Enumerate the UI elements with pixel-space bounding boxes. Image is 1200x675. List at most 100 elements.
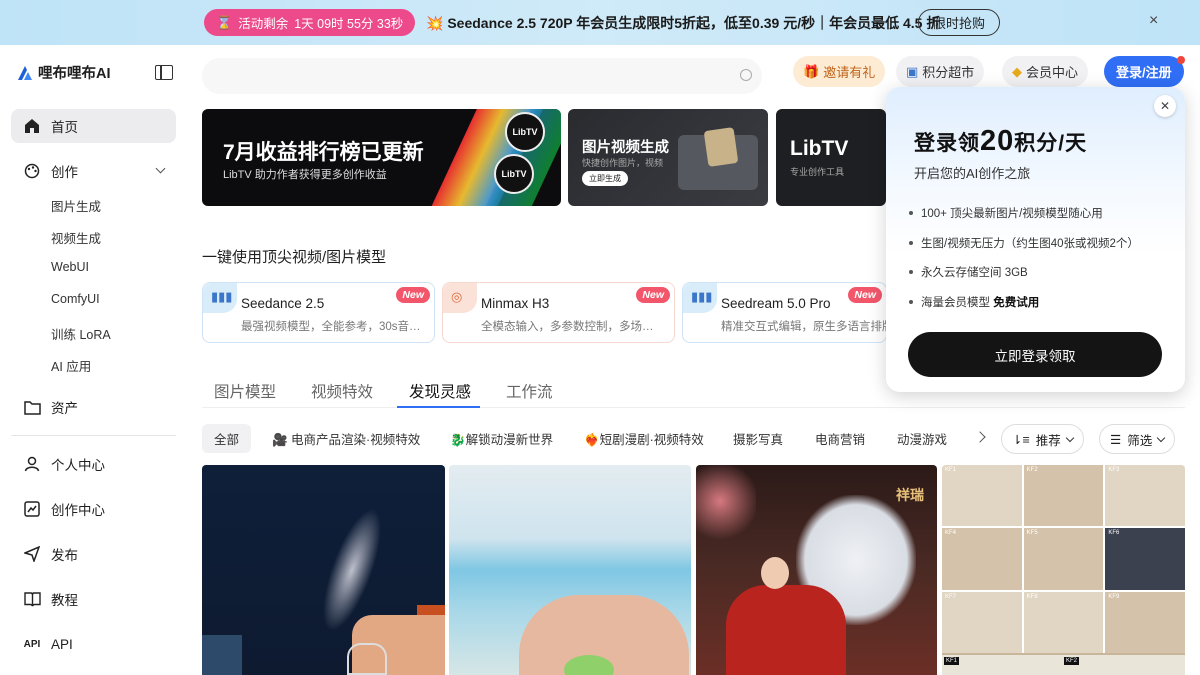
- sidebar-divider: [11, 435, 176, 436]
- countdown-value: 1天 09时 55分 33秒: [294, 17, 404, 31]
- filter-label: 筛选: [1127, 433, 1153, 448]
- generate-now-button[interactable]: 立即生成: [582, 171, 628, 186]
- sidebar-item-publish[interactable]: 发布: [11, 537, 176, 571]
- home-icon: [23, 117, 41, 135]
- brand-name: 哩布哩布AI: [38, 66, 111, 82]
- sort-dropdown[interactable]: ⇂≡ 推荐: [1001, 424, 1084, 454]
- keyframe-cell: KF5: [1023, 528, 1104, 590]
- chevron-right-icon[interactable]: [974, 431, 986, 443]
- sidebar-subitem-train-lora[interactable]: 训练 LoRA: [51, 324, 111, 343]
- keyframe-cell: KF3: [1105, 465, 1185, 527]
- sidebar-subitem-video-gen[interactable]: 视频生成: [51, 228, 101, 247]
- chevron-down-icon: [1065, 433, 1075, 442]
- gallery-item[interactable]: [449, 465, 691, 675]
- libtv-badge: LibTV: [494, 154, 534, 194]
- active-tab-indicator: [397, 406, 480, 408]
- sidebar-item-create[interactable]: 创作: [11, 154, 176, 188]
- model-card-seedream[interactable]: ▮▮▮ Seedream 5.0 Pro 精准交互式编辑，原生多语言排版 New: [682, 282, 887, 343]
- arm-illustration: [202, 635, 242, 675]
- logo-icon: [18, 65, 32, 80]
- invite-button[interactable]: 🎁 邀请有礼: [793, 56, 886, 87]
- benefit-item: 海量会员模型 免费试用: [909, 294, 1039, 310]
- close-icon[interactable]: ×: [1149, 12, 1158, 30]
- chip-anime-games[interactable]: 动漫游戏: [897, 424, 947, 453]
- sidebar-subitem-comfyui[interactable]: ComfyUI: [51, 292, 100, 306]
- search-icon[interactable]: [740, 69, 752, 81]
- diamond-icon: ◆: [1012, 63, 1022, 79]
- teapot-illustration: [347, 643, 387, 675]
- keyframe-cell: KF8: [1023, 591, 1104, 653]
- flash-sale-button[interactable]: 限时抢购: [918, 9, 1001, 36]
- send-icon: [23, 545, 41, 563]
- tab-video-effects[interactable]: 视频特效: [311, 380, 373, 402]
- close-icon[interactable]: ✕: [1154, 95, 1176, 117]
- chip-anime-world[interactable]: 🐉解锁动漫新世界: [450, 424, 553, 453]
- hero-card-generate[interactable]: 图片视频生成 快捷创作图片，视频 立即生成: [568, 109, 768, 206]
- sidebar-subitem-webui[interactable]: WebUI: [51, 260, 89, 274]
- keyframe-cell: KF4: [942, 528, 1022, 590]
- countdown-badge: ⌛ 活动剩余 1天 09时 55分 33秒: [204, 9, 416, 36]
- gallery-item[interactable]: 祥瑞: [696, 465, 937, 675]
- api-icon: API: [23, 638, 41, 650]
- keyframe-cell: KF7: [942, 591, 1022, 653]
- new-badge: New: [396, 287, 430, 303]
- login-promo-popup: ✕ 登录领20积分/天 开启您的AI创作之旅 100+ 顶尖最新图片/视频模型随…: [886, 87, 1185, 392]
- filter-dropdown[interactable]: ☰ 筛选: [1099, 424, 1176, 454]
- gallery-item[interactable]: KF1 KF2 KF3 KF4 KF5 KF6 KF7 KF8 KF9 KF1 …: [942, 465, 1185, 675]
- keyframe-cell: KF1: [942, 465, 1022, 527]
- sidebar-item-tutorial[interactable]: 教程: [11, 582, 176, 616]
- new-badge: New: [636, 287, 670, 303]
- sidebar: 哩布哩布AI 首页 创作 图片生成 视频生成 WebUI ComfyUI 训练 …: [0, 45, 190, 675]
- model-desc: 精准交互式编辑，原生多语言排版: [721, 321, 887, 333]
- hero-title: 图片视频生成: [582, 140, 669, 156]
- model-card-corner: ▮▮▮: [683, 283, 717, 313]
- chip-all[interactable]: 全部: [202, 424, 252, 453]
- sidebar-item-creator-center[interactable]: 创作中心: [11, 492, 176, 526]
- chip-photography[interactable]: 摄影写真: [733, 424, 783, 453]
- login-claim-button[interactable]: 立即登录领取: [908, 332, 1162, 377]
- sidebar-subitem-ai-apps[interactable]: AI 应用: [51, 356, 91, 375]
- keyframe-label: KF4: [945, 530, 957, 537]
- hero-card-leaderboard[interactable]: LibTV LibTV 7月收益排行榜已更新 LibTV 助力作者获得更多创作收…: [202, 109, 561, 206]
- search-bar[interactable]: [202, 58, 762, 94]
- sidebar-collapse-icon[interactable]: [155, 65, 173, 80]
- tab-image-models[interactable]: 图片模型: [214, 380, 276, 402]
- keyframe-cell: KF9: [1105, 591, 1185, 653]
- points-market-label: 积分超市: [922, 65, 975, 80]
- logo[interactable]: 哩布哩布AI: [16, 62, 111, 83]
- sidebar-item-profile[interactable]: 个人中心: [11, 447, 176, 481]
- benefit-text-bold: 免费试用: [993, 297, 1040, 309]
- sidebar-item-api[interactable]: API API: [11, 627, 176, 661]
- model-card-corner: ▮▮▮: [203, 283, 237, 313]
- vip-center-button[interactable]: ◆ 会员中心: [1002, 56, 1089, 87]
- chip-ecommerce-render[interactable]: 🎥 电商产品渲染·视频特效: [272, 424, 420, 453]
- chevron-down-icon[interactable]: [155, 163, 166, 174]
- sidebar-item-label: API: [51, 636, 73, 652]
- tab-discover-inspiration[interactable]: 发现灵感: [409, 380, 471, 402]
- chip-ecommerce-marketing[interactable]: 电商营销: [815, 424, 865, 453]
- audio-bars-icon: ▮▮▮: [691, 289, 713, 304]
- sidebar-item-home[interactable]: 首页: [11, 109, 176, 143]
- chart-icon: [23, 500, 41, 518]
- model-name: Seedream 5.0 Pro: [721, 296, 831, 311]
- login-button[interactable]: 登录/注册: [1104, 56, 1184, 87]
- gallery-item[interactable]: [202, 465, 445, 675]
- points-market-button[interactable]: ▣ 积分超市: [896, 56, 985, 87]
- keyframe-label: KF1: [945, 467, 957, 473]
- model-name: Minmax H3: [481, 296, 550, 311]
- sidebar-item-assets[interactable]: 资产: [11, 390, 176, 424]
- benefit-item: 生图/视频无压力（约生图40张或视频2个）: [909, 235, 1139, 251]
- blossom-illustration: [696, 465, 756, 555]
- gift-icon: 🎁: [803, 63, 820, 79]
- tab-workflow[interactable]: 工作流: [506, 380, 553, 402]
- model-card-seedance[interactable]: ▮▮▮ Seedance 2.5 最强视频模型，全能参考，30s音… New: [202, 282, 435, 343]
- model-desc: 最强视频模型，全能参考，30s音…: [241, 321, 421, 333]
- keyframe-label: KF2: [1064, 657, 1080, 665]
- chip-short-drama[interactable]: ❤️‍🔥短剧漫剧·视频特效: [584, 424, 704, 453]
- hero-card-libtv[interactable]: LibTV 专业创作工具: [776, 109, 886, 206]
- popup-title: 登录领20积分/天: [914, 125, 1087, 158]
- hero-subtitle: 专业创作工具: [790, 167, 845, 177]
- libtv-badge: LibTV: [505, 112, 545, 152]
- sidebar-subitem-image-gen[interactable]: 图片生成: [51, 196, 101, 215]
- model-card-minmax[interactable]: ◎ Minmax H3 全模态输入，多参数控制，多场… New: [442, 282, 675, 343]
